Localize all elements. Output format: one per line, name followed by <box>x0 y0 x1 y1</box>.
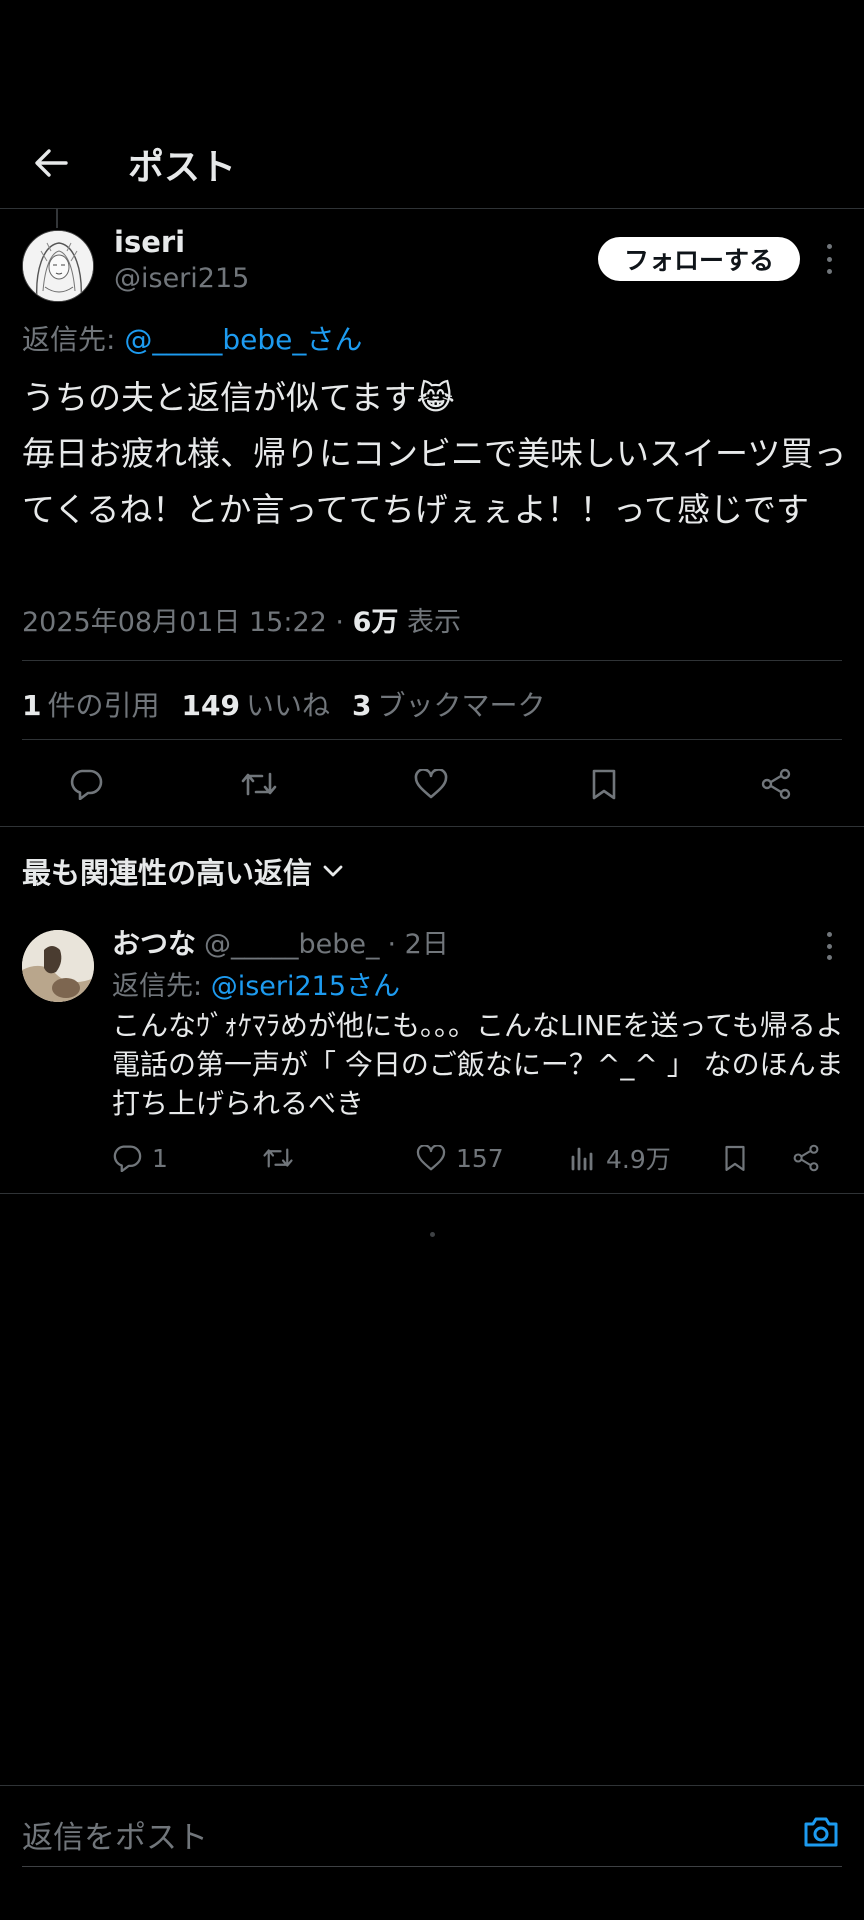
reply-share-button[interactable] <box>792 1138 820 1178</box>
repost-icon <box>241 772 277 796</box>
reply-to-prefix: 返信先: <box>22 323 116 356</box>
reply-text: こんなｳﾞｫｹﾏﾗめが他にも。。。こんなLINEを送っても帰るよ電話の第一声が「… <box>112 1009 844 1120</box>
reply-reply-button[interactable]: 1 <box>112 1138 168 1178</box>
follow-button[interactable]: フォローする <box>598 237 800 281</box>
dot <box>826 955 832 960</box>
top-bar: ポスト <box>0 118 864 208</box>
post-action-bar <box>0 760 864 808</box>
heart-icon <box>414 769 448 799</box>
reply-header: おつな @_____bebe_ · 2日 <box>112 922 449 962</box>
meta-separator: · <box>335 607 345 638</box>
like-button[interactable] <box>407 760 455 808</box>
author-name[interactable]: iseri <box>114 225 185 259</box>
bookmarks-count: 3 <box>351 689 372 722</box>
quotes-stat[interactable]: 1 件の引用 <box>22 684 160 724</box>
camera-icon <box>804 1817 838 1847</box>
post-timestamp[interactable]: 2025年08月01日 15:22 <box>22 607 327 638</box>
reply-like-button[interactable]: 157 <box>416 1138 504 1178</box>
likes-label: いいね <box>245 689 330 722</box>
camera-button[interactable] <box>800 1812 842 1852</box>
composer-underline <box>22 1866 842 1867</box>
reply-author-name[interactable]: おつな <box>112 922 196 962</box>
reply-to-line: 返信先: @_____bebe_さん <box>22 318 362 358</box>
reply-more-button[interactable] <box>818 932 840 960</box>
back-button[interactable] <box>28 140 74 186</box>
likes-count: 149 <box>181 689 240 722</box>
reply-button[interactable] <box>62 760 110 808</box>
reply-to-prefix: 返信先: <box>112 971 203 1002</box>
bookmarks-label: ブックマーク <box>377 689 546 722</box>
reply-to-mention[interactable]: @iseri215さん <box>211 971 400 1002</box>
reply-count: 1 <box>152 1143 168 1173</box>
arrow-left-icon <box>35 149 68 177</box>
heart-icon <box>416 1145 446 1171</box>
reply-sort-selector[interactable]: 最も関連性の高い返信 <box>22 850 344 892</box>
reply-repost-button[interactable] <box>262 1138 294 1178</box>
view-count: 6万 <box>352 607 399 638</box>
reply-reply-to: 返信先: @iseri215さん <box>112 964 400 1003</box>
quotes-label: 件の引用 <box>47 689 160 722</box>
divider <box>22 739 842 740</box>
share-icon <box>761 768 791 800</box>
header-divider <box>0 208 864 209</box>
page-title: ポスト <box>128 147 237 188</box>
bookmarks-stat[interactable]: 3 ブックマーク <box>352 684 546 724</box>
reply-action-bar: 1 157 4.9万 <box>112 1138 852 1178</box>
share-button[interactable] <box>752 760 800 808</box>
avatar-illustration <box>23 231 93 301</box>
reply-bookmark-button[interactable] <box>724 1138 746 1178</box>
repost-icon <box>263 1148 293 1168</box>
section-divider <box>0 826 864 827</box>
dot <box>826 244 832 249</box>
bookmark-icon <box>725 1145 745 1171</box>
quotes-count: 1 <box>22 689 42 722</box>
author-avatar[interactable] <box>22 230 94 302</box>
dot <box>826 269 832 274</box>
reply-composer-input[interactable]: 返信をポスト <box>22 1812 208 1857</box>
reply-time: · 2日 <box>387 929 449 960</box>
more-options-button[interactable] <box>818 244 840 274</box>
analytics-icon <box>571 1147 593 1171</box>
view-label: 表示 <box>407 607 461 638</box>
sort-label: 最も関連性の高い返信 <box>22 856 313 890</box>
avatar-photo <box>22 930 94 1002</box>
reply-divider <box>0 1193 864 1194</box>
thread-line <box>56 208 58 228</box>
repost-button[interactable] <box>235 760 283 808</box>
bookmark-icon <box>592 769 616 800</box>
likes-stat[interactable]: 149 いいね <box>182 684 330 724</box>
reply-author-handle[interactable]: @_____bebe_ <box>204 929 380 960</box>
post-text: うちの夫と返信が似てます😹 毎日お疲れ様、帰りにコンビニで美味しいスイーツ買って… <box>22 378 847 529</box>
composer-divider <box>0 1785 864 1786</box>
loading-indicator <box>430 1232 435 1237</box>
dot <box>826 256 832 262</box>
bookmark-button[interactable] <box>580 760 628 808</box>
divider <box>22 660 842 661</box>
reply-like-count: 157 <box>456 1143 504 1173</box>
reply-view-count: 4.9万 <box>606 1145 671 1174</box>
reply-to-mention[interactable]: @_____bebe_さん <box>124 323 362 356</box>
dot <box>826 932 832 937</box>
post-meta: 2025年08月01日 15:22 · 6万 表示 <box>22 600 461 639</box>
reply-icon <box>70 769 103 800</box>
reply-icon <box>113 1145 142 1172</box>
chevron-down-icon <box>323 865 343 877</box>
reply-views-button[interactable]: 4.9万 <box>570 1138 671 1178</box>
post-stats: 1 件の引用 149 いいね 3 ブックマーク <box>22 684 545 724</box>
reply-author-avatar[interactable] <box>22 930 94 1002</box>
share-icon <box>793 1144 819 1172</box>
dot <box>826 943 832 949</box>
author-handle[interactable]: @iseri215 <box>114 263 249 294</box>
